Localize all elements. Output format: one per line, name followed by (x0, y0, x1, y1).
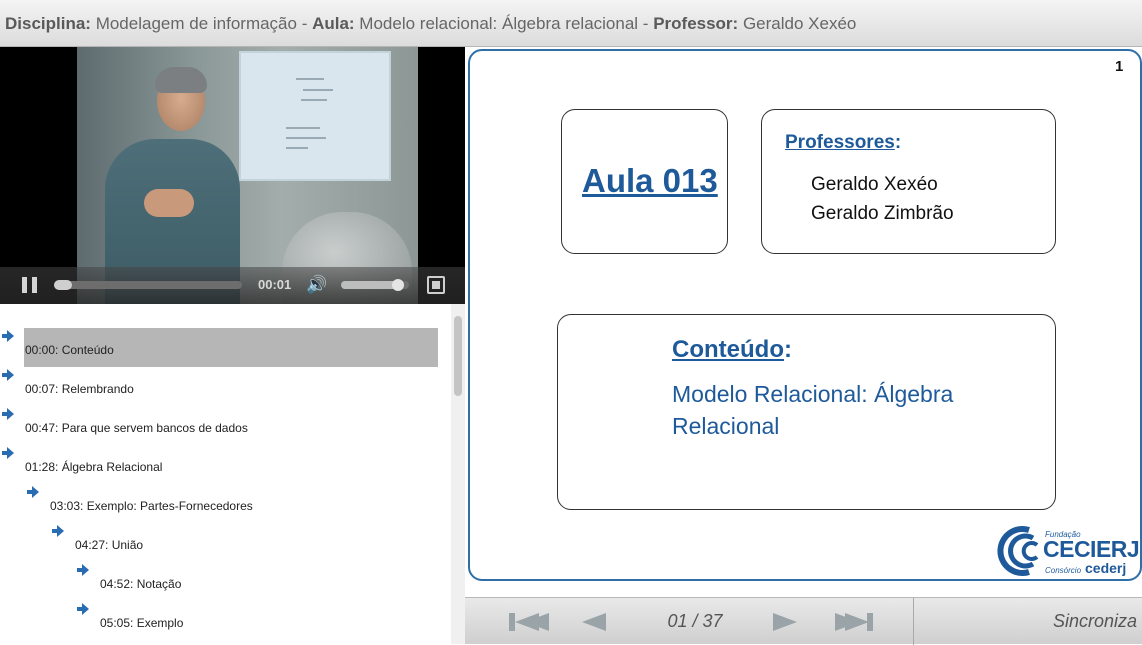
disciplina-label: Disciplina: (5, 14, 91, 33)
chapter-label: 00:07: Relembrando (25, 382, 134, 396)
chapter-label: 05:05: Exemplo (100, 616, 184, 630)
logo-consorcio: Consórcio (1045, 566, 1082, 575)
chapter-label: 00:00: Conteúdo (25, 343, 114, 357)
video-controls: 00:01 🔊 (0, 267, 465, 304)
chapter-item[interactable]: 05:05: Exemplo (75, 601, 465, 640)
slide-navigation: 01 / 37 Sincroniza (465, 597, 1142, 645)
chapter-label: 01:28: Álgebra Relacional (25, 460, 163, 474)
chapter-arrow-icon (0, 360, 16, 399)
presenter-hands (144, 189, 194, 217)
volume-handle[interactable] (392, 279, 405, 291)
video-frame (77, 47, 418, 304)
volume-slider[interactable] (341, 279, 409, 291)
chapter-arrow-icon (75, 594, 91, 633)
seek-handle[interactable] (54, 280, 72, 290)
conteudo-label: Conteúdo: (672, 336, 792, 364)
professor-label: Professor: (653, 14, 739, 33)
seek-bar[interactable] (54, 280, 242, 290)
chapter-list: 00:00: Conteúdo 00:07: Relembrando 00:47: … (0, 304, 465, 644)
conteudo-colon: : (783, 336, 792, 363)
logo-cederj: cederj (1085, 560, 1127, 576)
skip-to-first-icon[interactable] (507, 598, 557, 645)
professores-label: Professores: (785, 132, 901, 154)
chapter-item[interactable]: 00:00: Conteúdo (0, 328, 440, 367)
chapter-arrow-icon (75, 555, 91, 594)
pause-icon[interactable] (22, 277, 38, 293)
volume-level (341, 279, 405, 291)
conteudo-text: Modelo Relacional: Álgebra Relacional (672, 381, 954, 439)
chapter-arrow-icon (0, 321, 16, 360)
chapter-item[interactable]: 00:07: Relembrando (0, 367, 440, 406)
chapter-scrollbar[interactable] (451, 304, 465, 644)
nav-divider (913, 598, 914, 645)
video-player[interactable]: 00:01 🔊 (0, 47, 465, 304)
current-time: 00:01 (258, 277, 292, 292)
scrollbar-thumb[interactable] (454, 316, 462, 396)
chapter-label: 03:03: Exemplo: Partes-Fornecedores (50, 499, 253, 513)
chapter-item[interactable]: 03:03: Exemplo: Partes-Fornecedores (25, 484, 465, 523)
presenter-hair (155, 67, 207, 93)
disciplina-value: Modelagem de informação - (90, 14, 313, 33)
professores-label-text: Professores (785, 132, 895, 153)
aula-value: Modelo relacional: Álgebra relacional - (354, 14, 654, 33)
course-header: Disciplina: Modelagem de informação - Au… (0, 0, 1142, 47)
chapter-item[interactable]: 01:28: Álgebra Relacional (0, 445, 440, 484)
chapter-arrow-icon (0, 438, 16, 477)
skip-to-last-icon[interactable] (835, 598, 885, 645)
sync-button[interactable]: Sincroniza (1053, 598, 1137, 645)
slide-number: 1 (1115, 58, 1124, 75)
aula-label: Aula: (312, 14, 355, 33)
professores-colon: : (894, 132, 902, 153)
volume-icon[interactable]: 🔊 (306, 276, 330, 294)
chapter-arrow-icon (50, 516, 66, 555)
professor-value: Geraldo Xexéo (738, 14, 857, 33)
conteudo-label-text: Conteúdo (672, 336, 784, 363)
previous-icon[interactable] (580, 598, 630, 645)
chapter-label: 00:47: Para que servem bancos de dados (25, 421, 248, 435)
next-icon[interactable] (771, 598, 821, 645)
aula-title: Aula 013 (582, 162, 718, 199)
logo-rings-icon (997, 526, 1039, 576)
professor-name: Geraldo Zimbrão (811, 203, 954, 224)
logo-name: CECIERJ (1043, 536, 1140, 562)
projection-screen (239, 51, 391, 181)
chapter-item[interactable]: 04:52: Notação (75, 562, 465, 601)
chapter-label: 04:52: Notação (100, 577, 182, 591)
chapter-arrow-icon (25, 477, 41, 516)
chapter-item[interactable]: 04:27: União (50, 523, 465, 562)
cecierj-logo: Fundação CECIERJ Consórcio cederj (987, 522, 1140, 580)
chapter-arrow-icon (0, 399, 16, 438)
page-indicator: 01 / 37 (667, 611, 723, 631)
fullscreen-icon[interactable] (427, 276, 445, 294)
chapter-item[interactable]: 00:47: Para que servem bancos de dados (0, 406, 440, 445)
professor-name: Geraldo Xexéo (811, 174, 938, 195)
